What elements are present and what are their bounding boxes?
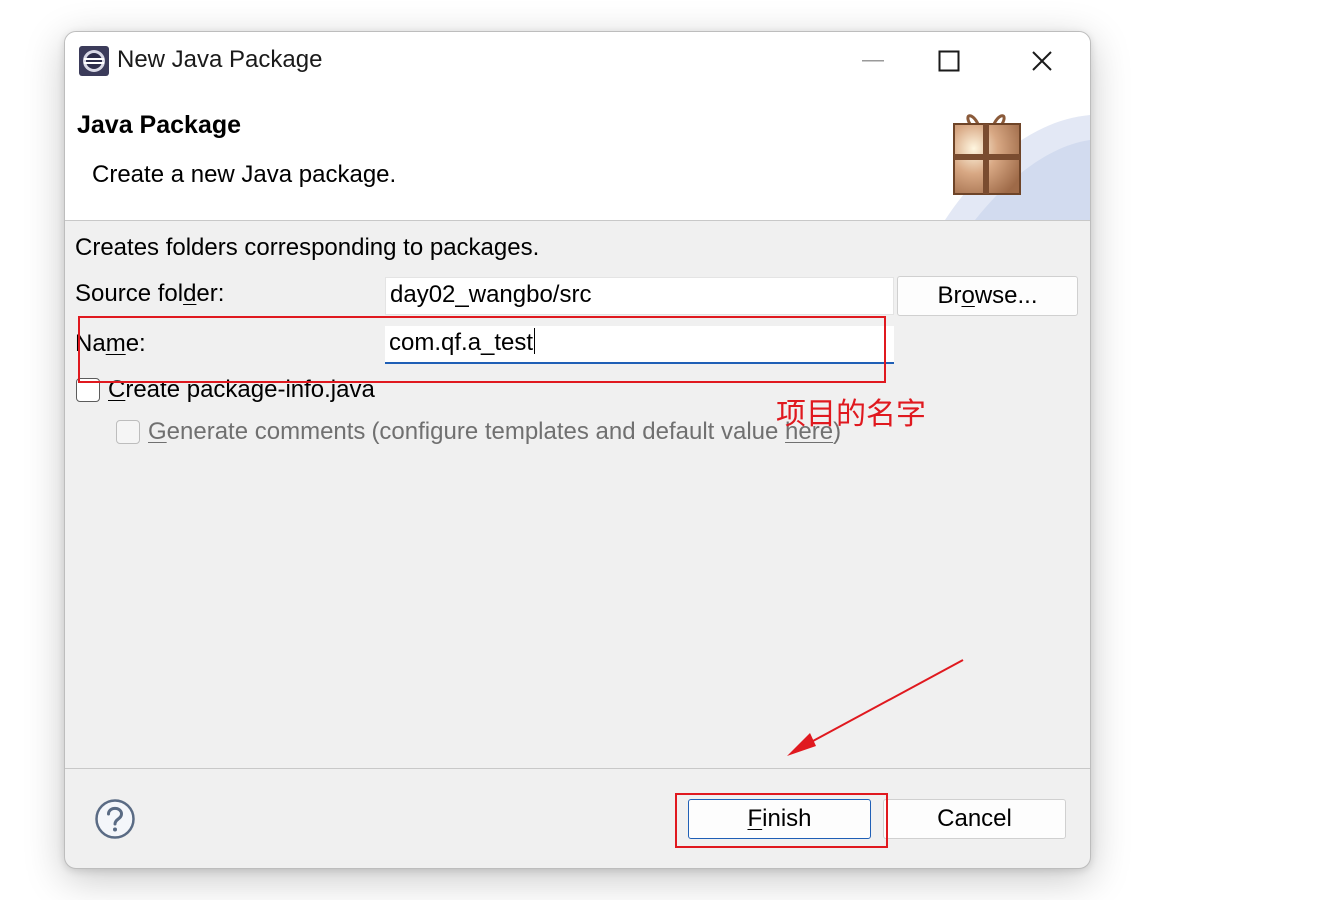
wizard-banner: Java Package Create a new Java package. bbox=[65, 90, 1090, 221]
package-gift-icon bbox=[953, 114, 1021, 195]
window-title: New Java Package bbox=[117, 46, 323, 73]
banner-title: Java Package bbox=[77, 111, 242, 139]
banner-description: Create a new Java package. bbox=[92, 161, 397, 188]
title-bar: New Java Package bbox=[65, 32, 1090, 90]
name-annotation-note: 项目的名字 bbox=[776, 397, 926, 432]
generate-comments-label: Generate comments (configure templates an… bbox=[148, 418, 842, 445]
cancel-button[interactable]: Cancel bbox=[883, 799, 1066, 839]
maximize-button[interactable] bbox=[927, 40, 971, 82]
maximize-icon bbox=[938, 50, 960, 72]
minimize-icon bbox=[862, 60, 884, 62]
eclipse-app-icon bbox=[79, 46, 109, 76]
source-folder-input[interactable]: day02_wangbo/src bbox=[385, 277, 894, 315]
name-field-highlight-box bbox=[78, 316, 886, 383]
help-icon[interactable] bbox=[94, 798, 136, 840]
intro-text: Creates folders corresponding to package… bbox=[75, 234, 540, 261]
source-folder-label: Source folder: bbox=[75, 280, 225, 307]
minimize-button[interactable] bbox=[851, 40, 895, 82]
close-icon bbox=[1032, 51, 1052, 71]
finish-highlight-box bbox=[675, 793, 888, 848]
generate-comments-checkbox[interactable] bbox=[116, 420, 140, 444]
close-button[interactable] bbox=[1020, 40, 1064, 82]
annotation-arrow bbox=[787, 659, 964, 756]
browse-button[interactable]: Br o wse... bbox=[897, 276, 1078, 316]
